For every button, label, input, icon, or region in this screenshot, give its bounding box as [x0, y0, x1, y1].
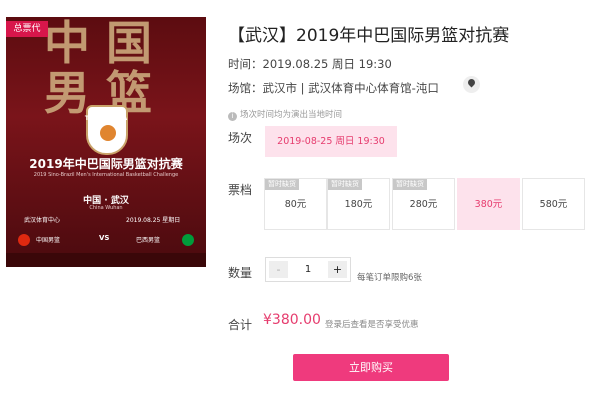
buy-now-button[interactable]: 立即购买	[293, 354, 449, 381]
decrement-button[interactable]: -	[269, 261, 288, 278]
agent-badge: 总票代	[6, 21, 48, 37]
ticket-purchase-page: 中 国 男 篮 TEAM CHINA 2019年中巴国际男篮对抗赛 2019 S…	[0, 0, 600, 400]
sponsor-strip	[6, 253, 206, 267]
team-label: TEAM CHINA	[84, 115, 128, 122]
map-pin-icon[interactable]	[463, 76, 480, 93]
sold-out-tag: 暂时缺货	[393, 179, 427, 190]
event-venue: 场馆：武汉市 | 武汉体育中心体育馆-沌口	[228, 81, 439, 95]
event-title: 【武汉】2019年中巴国际男篮对抗赛	[228, 26, 510, 46]
sold-out-tag: 暂时缺货	[328, 179, 362, 190]
basketball-icon	[100, 125, 116, 141]
sold-out-tag: 暂时缺货	[265, 179, 299, 190]
time-notice: i 场次时间均为演出当地时间	[228, 108, 342, 121]
ticket-option-280[interactable]: 暂时缺货 280元	[392, 178, 455, 230]
notice-text: 场次时间均为演出当地时间	[240, 110, 343, 120]
poster-char: 国	[106, 17, 152, 70]
ticket-price: 80元	[284, 199, 307, 210]
quantity-stepper: 1 - +	[265, 257, 351, 282]
session-label: 场次	[228, 131, 253, 145]
info-icon: i	[228, 112, 237, 121]
team-a: 中国男篮	[36, 237, 61, 244]
team-china-logo	[86, 105, 128, 155]
event-time: 时间：2019.08.25 周日 19:30	[228, 57, 392, 71]
ticket-price: 580元	[539, 199, 568, 210]
china-flag-icon	[18, 234, 30, 246]
ticket-option-180[interactable]: 暂时缺货 180元	[327, 178, 390, 230]
poster-subtitle: 2019 Sino-Brazil Men's International Bas…	[33, 172, 179, 178]
session-option-selected[interactable]: 2019-08-25 周日 19:30	[265, 126, 397, 157]
ticket-option-80[interactable]: 暂时缺货 80元	[264, 178, 327, 230]
ticket-price: 180元	[344, 199, 373, 210]
poster-char: 男	[44, 66, 90, 120]
poster-matchup: 中国男篮 VS 巴西男篮	[6, 232, 206, 248]
poster-city-sub: China Wuhan	[89, 205, 123, 211]
poster-title: 2019年中巴国际男篮对抗赛	[29, 157, 183, 171]
brazil-flag-icon	[182, 234, 194, 246]
event-poster[interactable]: 中 国 男 篮 TEAM CHINA 2019年中巴国际男篮对抗赛 2019 S…	[6, 17, 206, 267]
increment-button[interactable]: +	[328, 261, 347, 278]
poster-char: 中	[44, 17, 90, 70]
ticket-tier-label: 票档	[228, 183, 253, 197]
ticket-option-580[interactable]: 580元	[522, 178, 585, 230]
ticket-price: 380元	[474, 199, 503, 210]
team-b: 巴西男篮	[136, 237, 161, 244]
total-price: ¥380.00	[263, 312, 321, 328]
vs-label: VS	[99, 234, 110, 242]
quantity-label: 数量	[228, 266, 253, 280]
poster-venue: 武汉体育中心	[24, 217, 61, 224]
total-label: 合计	[228, 318, 253, 332]
poster-date: 2019.08.25 星期日	[126, 217, 181, 224]
ticket-price: 280元	[409, 199, 438, 210]
ticket-option-380-selected[interactable]: 380元	[457, 178, 520, 230]
login-discount-tip[interactable]: 登录后查看是否享受优惠	[325, 318, 419, 330]
purchase-limit-note: 每笔订单限购6张	[357, 273, 422, 283]
